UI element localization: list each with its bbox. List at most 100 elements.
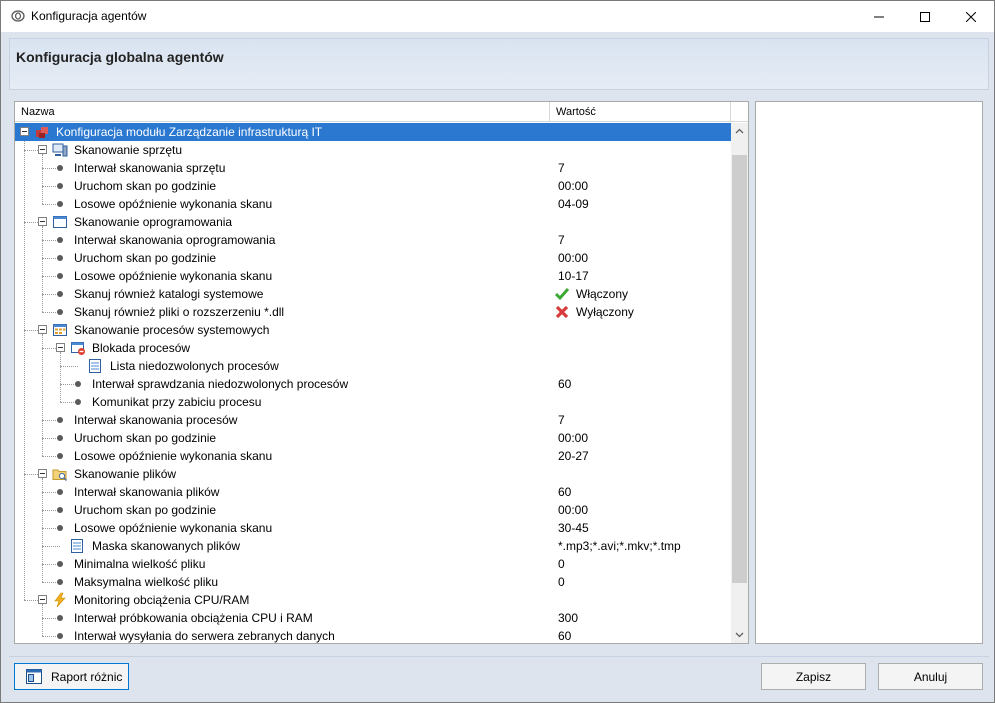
tree-group-row[interactable]: Skanowanie plików: [15, 465, 731, 483]
tree-row-value[interactable]: 00:00: [558, 251, 588, 265]
tree-setting-row[interactable]: Losowe opóźnienie wykonania skanu 04-09: [15, 195, 731, 213]
tree-group-row[interactable]: Konfiguracja modułu Zarządzanie infrastr…: [15, 123, 731, 141]
column-divider: [730, 102, 731, 122]
footer-bar: Raport różnic Zapisz Anuluj: [9, 656, 989, 696]
tree-row-value[interactable]: Włączony: [576, 287, 628, 301]
tree-setting-row[interactable]: Uruchom skan po godzinie 00:00: [15, 501, 731, 519]
tree-setting-row[interactable]: Uruchom skan po godzinie 00:00: [15, 249, 731, 267]
column-header-name[interactable]: Nazwa: [21, 106, 55, 118]
tree-group-row[interactable]: Monitoring obciążenia CPU/RAM: [15, 591, 731, 609]
column-header-value[interactable]: Wartość: [556, 106, 596, 118]
tree-row-value[interactable]: 00:00: [558, 179, 588, 193]
tree-group-row[interactable]: Skanowanie sprzętu: [15, 141, 731, 159]
lightning-icon: [52, 592, 68, 608]
window-title: Konfiguracja agentów: [31, 9, 147, 23]
tree-setting-row[interactable]: Interwał próbkowania obciążenia CPU i RA…: [15, 609, 731, 627]
tree-group-row[interactable]: Skanowanie oprogramowania: [15, 213, 731, 231]
collapse-toggle-icon[interactable]: [38, 469, 47, 478]
tree-row-label: Skanowanie sprzętu: [74, 143, 183, 157]
save-button[interactable]: Zapisz: [761, 663, 866, 690]
setting-bullet-icon: [57, 183, 63, 189]
tree-group-row[interactable]: Skanowanie procesów systemowych: [15, 321, 731, 339]
tree-row-value[interactable]: *.mp3;*.avi;*.mkv;*.tmp: [558, 539, 681, 553]
tree-setting-row[interactable]: Interwał wysyłania do serwera zebranych …: [15, 627, 731, 643]
tree-row-value[interactable]: 60: [558, 629, 571, 643]
tree-setting-row[interactable]: Interwał skanowania oprogramowania 7: [15, 231, 731, 249]
scroll-thumb[interactable]: [732, 155, 747, 583]
check-icon: [554, 286, 570, 302]
tree-row-value[interactable]: 7: [558, 161, 565, 175]
setting-bullet-icon: [57, 489, 63, 495]
collapse-toggle-icon[interactable]: [20, 127, 29, 136]
tree-row-value[interactable]: 7: [558, 233, 565, 247]
tree-setting-row[interactable]: Losowe opóźnienie wykonania skanu 20-27: [15, 447, 731, 465]
tree-setting-row[interactable]: Maksymalna wielkość pliku 0: [15, 573, 731, 591]
tree-setting-row[interactable]: Lista niedozwolonych procesów: [15, 357, 731, 375]
tree-row-value[interactable]: 04-09: [558, 197, 589, 211]
tree-row-value[interactable]: 00:00: [558, 503, 588, 517]
tree-row-value[interactable]: 10-17: [558, 269, 589, 283]
scroll-up-icon[interactable]: [735, 127, 744, 136]
tree-row-label: Komunikat przy zabiciu procesu: [92, 395, 262, 409]
tree-row-label: Uruchom skan po godzinie: [74, 431, 217, 445]
tree-row-value[interactable]: 20-27: [558, 449, 589, 463]
tree-row-value[interactable]: 30-45: [558, 521, 589, 535]
close-button[interactable]: [948, 1, 994, 32]
tree-row-label: Skanowanie procesów systemowych: [74, 323, 270, 337]
tree-row-label: Maska skanowanych plików: [92, 539, 241, 553]
setting-bullet-icon: [57, 561, 63, 567]
list-icon: [69, 538, 85, 554]
tree-row-value[interactable]: 60: [558, 377, 571, 391]
tree-row-label: Lista niedozwolonych procesów: [110, 359, 279, 373]
tree-row-value[interactable]: 0: [558, 557, 565, 571]
tree-setting-row[interactable]: Losowe opóźnienie wykonania skanu 10-17: [15, 267, 731, 285]
title-bar[interactable]: Konfiguracja agentów: [1, 1, 994, 32]
tree-setting-row[interactable]: Skanuj również pliki o rozszerzeniu *.dl…: [15, 303, 731, 321]
minimize-button[interactable]: [856, 1, 902, 32]
tree-row-value[interactable]: Wyłączony: [576, 305, 634, 319]
collapse-toggle-icon[interactable]: [38, 325, 47, 334]
setting-bullet-icon: [57, 237, 63, 243]
tree-setting-row[interactable]: Losowe opóźnienie wykonania skanu 30-45: [15, 519, 731, 537]
report-button[interactable]: Raport różnic: [14, 663, 129, 690]
tree-group-row[interactable]: Blokada procesów: [15, 339, 731, 357]
tree-row-value[interactable]: 00:00: [558, 431, 588, 445]
tree-setting-row[interactable]: Uruchom skan po godzinie 00:00: [15, 429, 731, 447]
tree-row-value[interactable]: 7: [558, 413, 565, 427]
tree-row-label: Skanuj również pliki o rozszerzeniu *.dl…: [74, 305, 285, 319]
tree-row-value[interactable]: 0: [558, 575, 565, 589]
tree-setting-row[interactable]: Skanuj również katalogi systemowe Włączon…: [15, 285, 731, 303]
details-panel: [755, 101, 983, 644]
tree-setting-row[interactable]: Komunikat przy zabiciu procesu: [15, 393, 731, 411]
collapse-toggle-icon[interactable]: [38, 595, 47, 604]
tree-row-value[interactable]: 300: [558, 611, 578, 625]
collapse-toggle-icon[interactable]: [38, 217, 47, 226]
setting-bullet-icon: [57, 525, 63, 531]
tree-row-label: Losowe opóźnienie wykonania skanu: [74, 197, 273, 211]
tree-setting-row[interactable]: Interwał skanowania sprzętu 7: [15, 159, 731, 177]
tree-row-label: Skanowanie oprogramowania: [74, 215, 233, 229]
setting-bullet-icon: [57, 255, 63, 261]
cancel-button[interactable]: Anuluj: [878, 663, 983, 690]
vertical-scrollbar[interactable]: [731, 123, 748, 643]
scroll-down-icon[interactable]: [735, 630, 744, 639]
column-divider[interactable]: [549, 102, 550, 122]
settings-tree[interactable]: Nazwa Wartość Konfiguracja modułu Zarząd…: [14, 101, 749, 644]
tree-setting-row[interactable]: Uruchom skan po godzinie 00:00: [15, 177, 731, 195]
app-logo-icon: [11, 10, 25, 22]
tree-row-label: Losowe opóźnienie wykonania skanu: [74, 269, 273, 283]
collapse-toggle-icon[interactable]: [38, 145, 47, 154]
tree-setting-row[interactable]: Minimalna wielkość pliku 0: [15, 555, 731, 573]
close-icon: [966, 11, 976, 22]
tree-setting-row[interactable]: Maska skanowanych plików *.mp3;*.avi;*.mk…: [15, 537, 731, 555]
tree-setting-row[interactable]: Interwał skanowania procesów 7: [15, 411, 731, 429]
tree-row-label: Monitoring obciążenia CPU/RAM: [74, 593, 250, 607]
maximize-button[interactable]: [902, 1, 948, 32]
cross-icon: [554, 304, 570, 320]
tree-setting-row[interactable]: Interwał sprawdzania niedozwolonych proc…: [15, 375, 731, 393]
page-header: Konfiguracja globalna agentów: [9, 38, 989, 90]
tree-row-label: Losowe opóźnienie wykonania skanu: [74, 521, 273, 535]
tree-setting-row[interactable]: Interwał skanowania plików 60: [15, 483, 731, 501]
tree-row-value[interactable]: 60: [558, 485, 571, 499]
collapse-toggle-icon[interactable]: [56, 343, 65, 352]
